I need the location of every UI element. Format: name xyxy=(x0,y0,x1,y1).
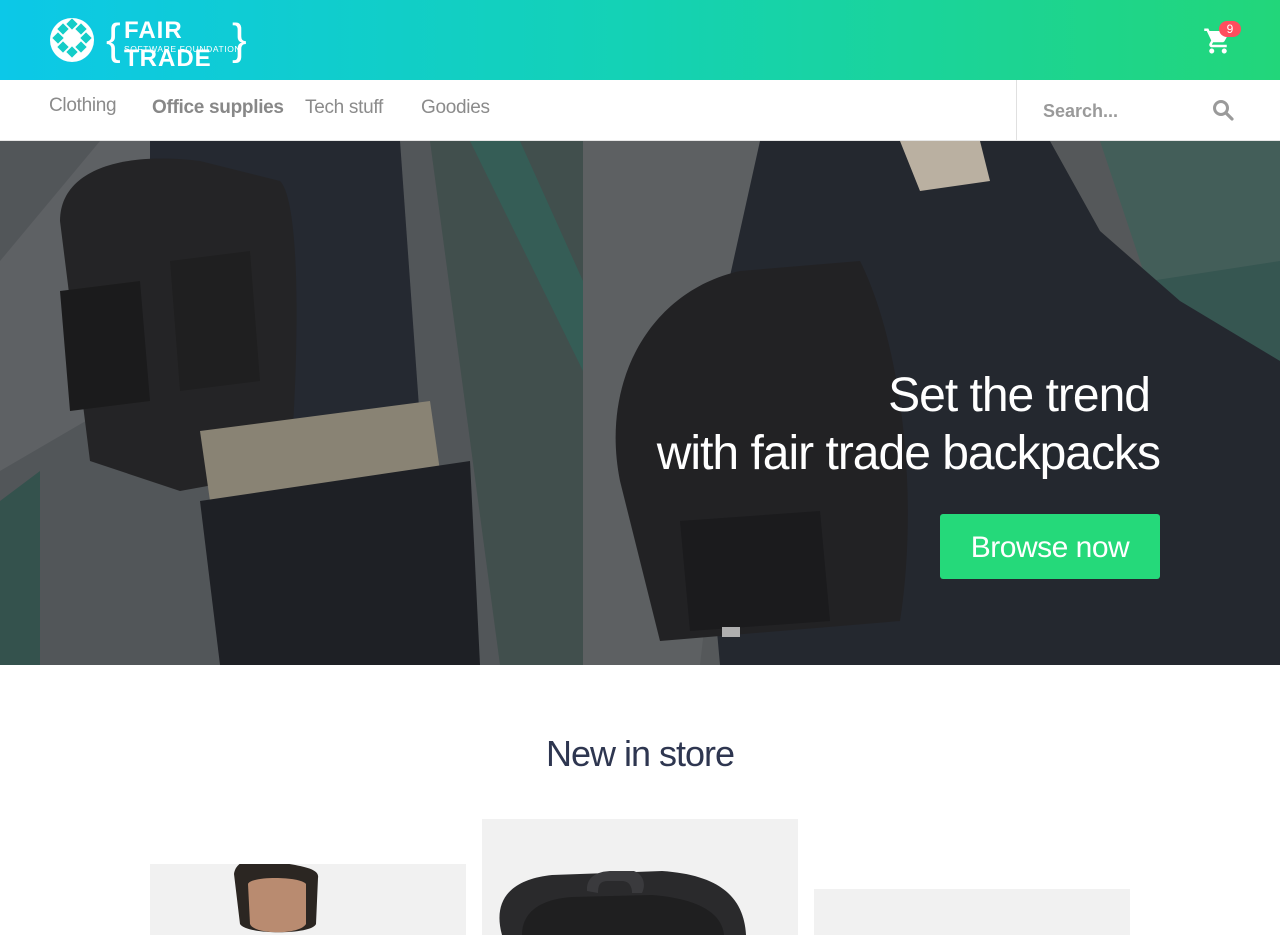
nav-item-tech-stuff[interactable]: Tech stuff xyxy=(305,97,383,119)
logo-subtitle: SOFTWARE FOUNDATION xyxy=(124,44,242,54)
hero-banner: Set the trend with fair trade backpacks … xyxy=(0,141,1280,665)
cart-count-badge: 9 xyxy=(1219,21,1241,37)
search-icon[interactable] xyxy=(1211,98,1235,122)
search-input[interactable] xyxy=(1041,95,1205,127)
product-image xyxy=(234,864,319,933)
search-bar xyxy=(1016,80,1280,140)
product-image xyxy=(499,871,746,935)
new-in-store-heading: New in store xyxy=(545,733,735,774)
top-header: { } FAIR TRADE SOFTWARE FOUNDATION 9 xyxy=(0,0,1280,80)
product-card[interactable] xyxy=(150,864,466,935)
product-card[interactable] xyxy=(814,889,1130,935)
nav-item-office-supplies[interactable]: Office supplies xyxy=(152,97,284,119)
product-card[interactable] xyxy=(482,819,798,935)
nav-item-goodies[interactable]: Goodies xyxy=(421,97,490,119)
svg-text:{: { xyxy=(106,16,121,64)
hero-headline-line2: with fair trade backpacks xyxy=(656,427,1161,480)
brand-logo[interactable]: { } FAIR TRADE SOFTWARE FOUNDATION xyxy=(50,15,250,72)
nav-item-clothing[interactable]: Clothing xyxy=(49,95,117,117)
hero-headline: Set the trend with fair trade backpacks xyxy=(647,367,1161,483)
browse-now-button[interactable]: Browse now xyxy=(940,514,1160,579)
hero-headline-line1: Set the trend xyxy=(888,369,1151,422)
